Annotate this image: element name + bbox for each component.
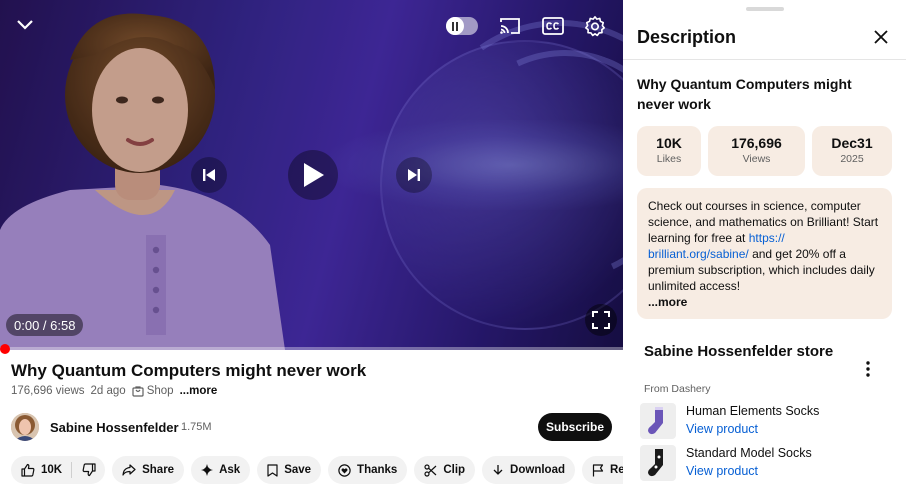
progress-bar[interactable] <box>0 347 623 350</box>
drag-handle[interactable] <box>746 7 784 11</box>
autoplay-toggle[interactable] <box>446 17 478 35</box>
store-menu-button[interactable] <box>863 359 873 379</box>
product-thumbnail <box>640 403 676 439</box>
store-source: From Dashery <box>644 383 711 395</box>
likes-value: 10K <box>656 135 682 151</box>
sock-image <box>648 449 663 477</box>
shop-label: Shop <box>146 385 174 397</box>
save-label: Save <box>284 464 312 476</box>
save-button[interactable]: Save <box>257 456 322 484</box>
flag-icon <box>592 463 604 476</box>
scissors-icon <box>424 463 437 477</box>
avatar-image <box>11 413 39 441</box>
heart-dollar-icon <box>338 463 351 477</box>
like-dislike-group: 10K <box>11 456 106 484</box>
product-name: Human Elements Socks <box>686 404 820 418</box>
time-display: 0:00 / 6:58 <box>6 314 84 336</box>
date-year: 2025 <box>840 153 864 165</box>
view-product-link[interactable]: View product <box>686 464 758 478</box>
cast-icon <box>500 18 520 34</box>
ask-button[interactable]: Ask <box>191 456 251 484</box>
product-item[interactable]: Human Elements Socks View product <box>640 403 890 439</box>
product-thumbnail <box>640 445 676 481</box>
description-more-link[interactable]: ...more <box>648 295 687 309</box>
time-text: 0:00 / 6:58 <box>14 317 76 333</box>
previous-video-button[interactable] <box>191 157 227 193</box>
clip-label: Clip <box>443 464 466 476</box>
video-meta[interactable]: 176,696 views 2d ago Shop ...more <box>11 385 217 397</box>
like-button[interactable]: 10K <box>11 456 71 484</box>
thumbs-up-icon <box>21 463 35 477</box>
gear-icon <box>585 16 605 37</box>
views-value: 176,696 <box>731 135 782 151</box>
captions-button[interactable] <box>540 14 566 38</box>
download-label: Download <box>510 464 565 476</box>
thumbs-down-icon <box>82 463 96 477</box>
likes-label: Likes <box>656 153 682 165</box>
view-count: 176,696 views <box>11 385 85 397</box>
more-link[interactable]: ...more <box>180 385 218 397</box>
view-product-link[interactable]: View product <box>686 422 758 436</box>
cast-button[interactable] <box>497 14 523 38</box>
play-button[interactable] <box>288 150 338 200</box>
description-body: Check out courses in science, computer s… <box>637 188 892 319</box>
video-title: Why Quantum Computers might never work <box>11 361 367 380</box>
progress-scrubber[interactable] <box>0 344 10 354</box>
product-item[interactable]: Standard Model Socks View product <box>640 445 890 481</box>
product-name: Standard Model Socks <box>686 446 812 460</box>
close-panel-button[interactable] <box>871 27 891 47</box>
share-icon <box>122 464 136 476</box>
collapse-player-button[interactable] <box>10 12 40 38</box>
download-icon <box>493 464 503 475</box>
chevron-down-icon <box>17 20 33 30</box>
fullscreen-button[interactable] <box>585 304 617 336</box>
thanks-button[interactable]: Thanks <box>328 456 408 484</box>
thanks-label: Thanks <box>357 464 398 476</box>
video-player[interactable]: 0:00 / 6:58 <box>0 0 623 350</box>
clip-button[interactable]: Clip <box>414 456 476 484</box>
channel-name[interactable]: Sabine Hossenfelder <box>50 420 179 435</box>
pause-icon <box>452 21 458 31</box>
share-label: Share <box>142 464 175 476</box>
download-button[interactable]: Download <box>482 456 575 484</box>
close-icon <box>874 30 888 44</box>
description-panel: Description Why Quantum Computers might … <box>623 0 906 484</box>
shopping-bag-icon <box>132 386 144 397</box>
next-icon <box>408 169 420 181</box>
like-count: 10K <box>41 464 63 476</box>
sparkle-icon <box>201 464 214 476</box>
previous-icon <box>203 169 215 181</box>
views-label: Views <box>742 153 771 165</box>
store-title: Sabine Hossenfelder store <box>644 343 834 360</box>
autoplay-knob <box>446 17 464 35</box>
next-video-button[interactable] <box>396 157 432 193</box>
closed-captions-icon <box>542 17 564 35</box>
action-bar: 10K Share Ask Save Thanks Clip Download … <box>11 456 658 484</box>
upload-age: 2d ago <box>90 385 126 397</box>
date-value: Dec31 <box>831 135 873 151</box>
subscribe-button[interactable]: Subscribe <box>538 413 612 441</box>
sock-image <box>648 407 663 435</box>
settings-button[interactable] <box>582 13 608 39</box>
dislike-button[interactable] <box>72 456 105 484</box>
share-button[interactable]: Share <box>112 456 185 484</box>
description-video-title: Why Quantum Computers might never work <box>637 76 852 112</box>
panel-title: Description <box>637 27 737 47</box>
views-stat: 176,696 Views <box>708 126 805 176</box>
fullscreen-icon <box>592 311 610 329</box>
bookmark-icon <box>267 463 278 477</box>
subscriber-count: 1.75M <box>181 421 212 433</box>
channel-avatar[interactable] <box>11 413 39 441</box>
date-stat: Dec31 2025 <box>812 126 892 176</box>
panel-divider <box>623 59 906 60</box>
channel-row: Sabine Hossenfelder 1.75M Subscribe <box>11 412 612 444</box>
likes-stat: 10K Likes <box>637 126 701 176</box>
more-vertical-icon <box>866 361 870 377</box>
shop-link[interactable]: Shop <box>132 385 174 397</box>
ask-label: Ask <box>219 464 241 476</box>
play-icon <box>304 163 324 187</box>
